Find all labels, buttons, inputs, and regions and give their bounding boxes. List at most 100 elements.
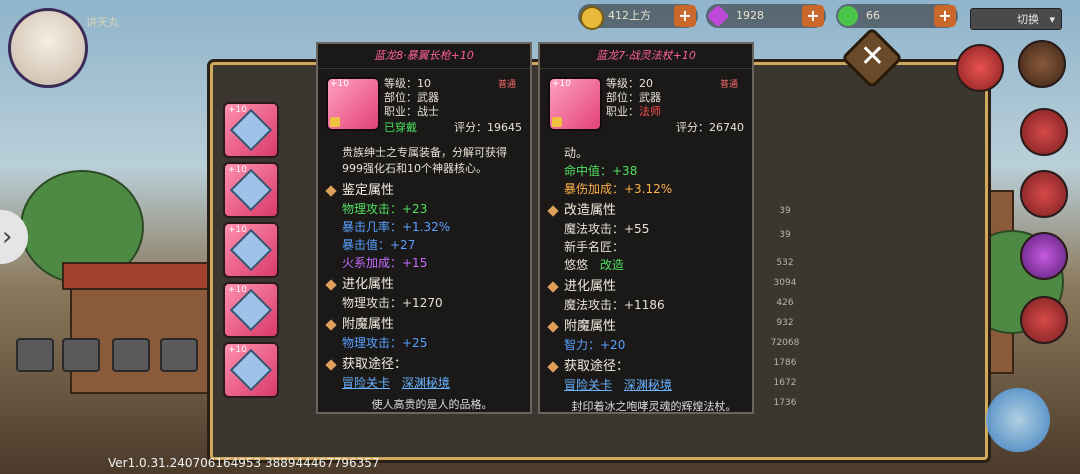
item-level: 等级：10: [384, 77, 431, 90]
reform-row-label: 悠悠: [564, 258, 589, 272]
item-slot: 部位：武器: [384, 91, 439, 104]
switch-button[interactable]: 切换 ▾: [970, 8, 1062, 30]
item-info: 等级：20 部位：武器 职业：法师: [606, 77, 661, 119]
equipment-slot[interactable]: +10: [223, 282, 279, 338]
stat-value: 1736: [773, 398, 797, 408]
compare-item-tooltip: 蓝龙7·战灵法杖+10 +10 等级：20 部位：武器 职业：法师 普通 评分：…: [538, 42, 754, 414]
stat-line: 暴击几率：+1.32%: [342, 220, 451, 234]
settings-button[interactable]: [160, 338, 198, 372]
item-quote: 封印着冰之咆哮灵魂的辉煌法杖。: [571, 400, 737, 413]
add-gold-button[interactable]: +: [674, 5, 696, 27]
source-link-abyss[interactable]: 深渊秘境: [624, 378, 672, 392]
stat-value: 39: [779, 230, 791, 240]
source-link-abyss[interactable]: 深渊秘境: [402, 376, 450, 390]
item-body: 动。 命中值：+38 暴伤加成：+3.12% 改造属性 魔法攻击：+55 新手名…: [540, 145, 752, 415]
activity-icon[interactable]: [1020, 296, 1068, 344]
stat-line: 物理攻击：+23: [342, 202, 428, 216]
stat-line: 智力：+20: [564, 338, 626, 352]
boots-icon: [229, 348, 273, 392]
gem-icon: [706, 4, 730, 28]
source-link-adventure[interactable]: 冒险关卡: [342, 376, 390, 390]
item-body: 贵族绅士之专属装备，分解可获得999强化石和10个神器核心。 鉴定属性 物理攻击…: [318, 145, 530, 413]
rarity-badge: 普通: [719, 80, 738, 90]
shop-icon[interactable]: [1020, 170, 1068, 218]
item-slot: 部位：武器: [606, 91, 661, 104]
player-avatar[interactable]: [8, 8, 88, 88]
evolve-section-title: 进化属性: [342, 277, 522, 293]
stat-line: 新手名匠：: [564, 240, 625, 254]
add-energy-button[interactable]: +: [934, 5, 956, 27]
source-section-title: 获取途径：: [564, 359, 744, 375]
stat-value: 3094: [773, 278, 797, 288]
lock-icon: [552, 117, 562, 127]
item-score: 评分：19645: [454, 121, 522, 134]
helmet-icon: [229, 108, 273, 152]
gem-counter: 1928 +: [706, 4, 826, 28]
switch-label: 切换: [1017, 13, 1039, 26]
stat-line: 魔法攻击：+1186: [564, 298, 665, 312]
gold-coin-icon: [580, 6, 604, 30]
stat-line: 物理攻击：+25: [342, 336, 428, 350]
item-level: 等级：20: [606, 77, 653, 90]
menu-icon[interactable]: [1018, 40, 1066, 88]
energy-value: 66: [866, 9, 880, 22]
stat-value: 426: [776, 298, 794, 308]
identify-section-title: 鉴定属性: [342, 183, 522, 199]
item-description: 贵族绅士之专属装备，分解可获得999强化石和10个神器核心。: [342, 146, 507, 175]
reform-button[interactable]: 改造: [600, 258, 624, 272]
reform-section-title: 改造属性: [564, 203, 744, 219]
item-score: 评分：26740: [676, 121, 744, 134]
stat-value: 1786: [773, 358, 797, 368]
chevron-down-icon: ▾: [1049, 13, 1055, 26]
house-left: [70, 280, 224, 394]
gold-counter: 412上方 +: [578, 4, 698, 30]
spear-icon: +10: [326, 77, 380, 131]
stat-line: 命中值：+38: [564, 164, 638, 178]
stat-line: 魔法攻击：+55: [564, 222, 650, 236]
item-info: 等级：10 部位：武器 职业：战士: [384, 77, 439, 119]
gold-value: 412上方: [608, 9, 651, 22]
chat-button[interactable]: [16, 338, 54, 372]
item-quote: 使人高贵的是人的品格。: [371, 398, 493, 411]
equipment-slot[interactable]: +10: [223, 222, 279, 278]
item-header: +10 等级：10 部位：武器 职业：战士 普通 已穿戴 评分：19645: [318, 69, 530, 143]
stat-line: 暴击值：+27: [342, 238, 416, 252]
equipment-slot[interactable]: +10: [223, 162, 279, 218]
stat-value: 1672: [773, 378, 797, 388]
equipped-status: 已穿戴: [384, 121, 417, 134]
friends-button[interactable]: [112, 338, 150, 372]
enchant-section-title: 附魔属性: [564, 319, 744, 335]
staff-icon: +10: [548, 77, 602, 131]
equipment-slot[interactable]: +10: [223, 102, 279, 158]
source-link-adventure[interactable]: 冒险关卡: [564, 378, 612, 392]
source-section-title: 获取途径：: [342, 357, 522, 373]
stat-line: 暴伤加成：+3.12%: [564, 182, 673, 196]
close-icon: ✕: [860, 39, 886, 75]
item-job: 职业：战士: [384, 105, 439, 118]
player-name: 讲天丸: [86, 16, 119, 29]
item-title: 蓝龙8·暴翼长枪+10: [318, 44, 530, 69]
stat-value: 932: [776, 318, 794, 328]
gem-value: 1928: [736, 9, 764, 22]
energy-counter: 66 +: [836, 4, 958, 28]
version-text: Ver1.0.31.240706164953 388944467796357: [108, 456, 380, 470]
armor-icon: [229, 228, 273, 272]
swirl-skill-icon[interactable]: [986, 388, 1050, 452]
item-title: 蓝龙7·战灵法杖+10: [540, 44, 752, 69]
item-job: 职业：法师: [606, 105, 661, 118]
source-links: 冒险关卡 深渊秘境: [342, 375, 522, 391]
stat-value: 72068: [770, 338, 800, 348]
feather-wing-icon: [229, 168, 273, 212]
mail-button[interactable]: [62, 338, 100, 372]
glove-icon: [229, 288, 273, 332]
source-links: 冒险关卡 深渊秘境: [564, 377, 744, 393]
reward-icon[interactable]: [956, 44, 1004, 92]
equipment-slot[interactable]: +10: [223, 342, 279, 398]
stat-value: 39: [779, 206, 791, 216]
energy-heart-icon: [838, 6, 858, 26]
gift-icon[interactable]: [1020, 232, 1068, 280]
enchant-section-title: 附魔属性: [342, 317, 522, 333]
add-gem-button[interactable]: +: [802, 5, 824, 27]
reform-row: 悠悠 改造: [564, 257, 744, 273]
event-icon[interactable]: [1020, 108, 1068, 156]
